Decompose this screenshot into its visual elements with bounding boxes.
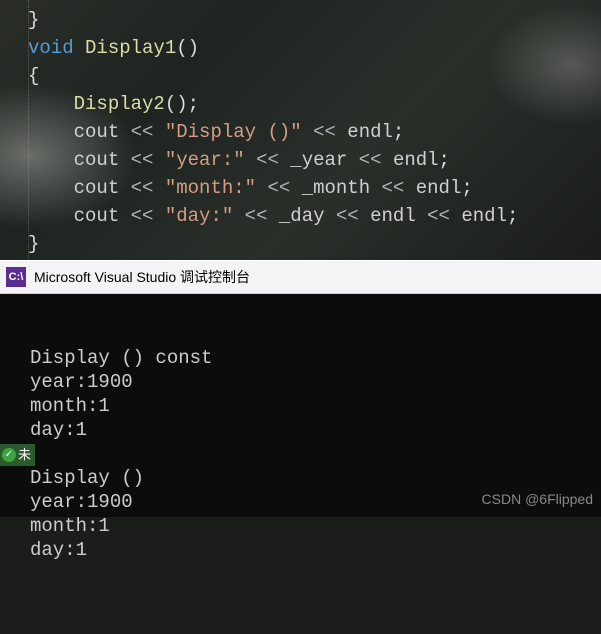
console-line: month:1 [2, 514, 601, 538]
code-line[interactable]: cout << "Display ()" << endl; [0, 118, 601, 146]
visual-studio-icon: C:\ [6, 267, 26, 287]
badge-text: 未 [18, 443, 31, 467]
console-line: month:1 [2, 394, 601, 418]
check-icon: ✓ [2, 448, 16, 462]
code-line[interactable]: void Display1() [0, 34, 601, 62]
code-line[interactable]: cout << "year:" << _year << endl; [0, 146, 601, 174]
code-line[interactable]: { [0, 62, 601, 90]
console-title: Microsoft Visual Studio 调试控制台 [34, 267, 250, 287]
console-line: day:1 [2, 418, 601, 442]
console-line: day:1 [2, 538, 601, 562]
console-titlebar[interactable]: C:\ Microsoft Visual Studio 调试控制台 [0, 260, 601, 294]
code-editor[interactable]: }void Display1(){ Display2(); cout << "D… [0, 0, 601, 260]
status-badge[interactable]: ✓ 未 [0, 444, 35, 466]
console-line: Display () const [2, 346, 601, 370]
console-line: year:1900 [2, 370, 601, 394]
console-line [2, 442, 601, 466]
watermark: CSDN @6Flipped [482, 487, 593, 511]
code-line[interactable]: } [0, 230, 601, 258]
code-line[interactable]: cout << "month:" << _month << endl; [0, 174, 601, 202]
code-line[interactable]: } [0, 6, 601, 34]
code-line[interactable]: cout << "day:" << _day << endl << endl; [0, 202, 601, 230]
debug-console[interactable]: Display () constyear:1900month:1day:1 Di… [0, 294, 601, 517]
code-line[interactable]: Display2(); [0, 90, 601, 118]
